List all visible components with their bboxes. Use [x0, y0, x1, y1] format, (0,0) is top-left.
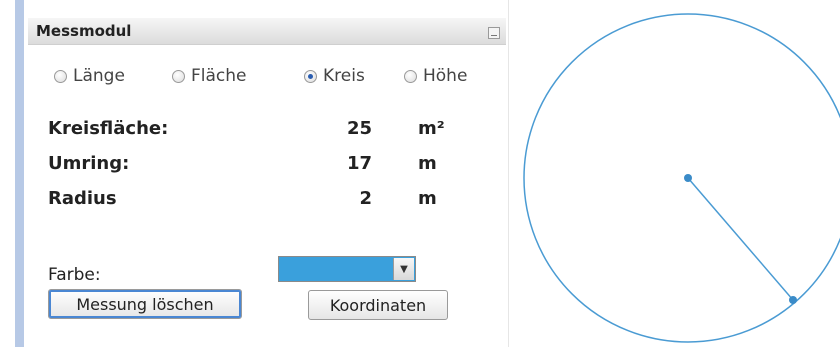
area-unit: m²	[418, 118, 445, 139]
radio-icon[interactable]	[54, 69, 67, 83]
radius-label: Radius	[48, 188, 117, 209]
radius-unit: m	[418, 188, 437, 209]
collapse-icon[interactable]	[488, 27, 500, 39]
radio-selected-icon[interactable]	[304, 69, 317, 83]
radio-laenge[interactable]: Länge	[54, 62, 125, 90]
radio-flaeche[interactable]: Fläche	[172, 62, 247, 90]
coordinates-button[interactable]: Koordinaten	[308, 290, 448, 320]
area-value: 25	[346, 118, 372, 139]
center-point[interactable]	[684, 174, 692, 182]
left-edge-strip	[15, 0, 24, 347]
radio-hoehe[interactable]: Höhe	[404, 62, 467, 90]
area-label: Kreisfläche:	[48, 118, 169, 139]
radius-line	[687, 177, 794, 301]
delete-measurement-button[interactable]: Messung löschen	[48, 289, 242, 319]
perimeter-unit: m	[418, 153, 437, 174]
panel-title: Messmodul	[36, 22, 132, 40]
radio-icon[interactable]	[404, 69, 417, 83]
radio-label-hoehe: Höhe	[423, 66, 468, 86]
radio-label-laenge: Länge	[73, 66, 125, 86]
map-canvas[interactable]	[510, 0, 840, 347]
color-label: Farbe:	[48, 265, 101, 285]
radio-icon[interactable]	[172, 69, 185, 83]
color-select[interactable]: ▼	[278, 256, 416, 282]
measure-panel: Messmodul Länge Fläche Kreis Höhe Kreisf…	[28, 18, 506, 347]
radio-label-flaeche: Fläche	[191, 66, 247, 86]
radius-handle[interactable]	[789, 296, 797, 304]
radius-value: 2	[359, 188, 372, 209]
radio-label-kreis: Kreis	[323, 66, 365, 86]
circle-drawing	[523, 13, 840, 343]
perimeter-value: 17	[346, 153, 372, 174]
mode-radio-group: Länge Fläche Kreis Höhe	[54, 62, 504, 90]
measurement-circle	[523, 13, 840, 343]
panel-header: Messmodul	[28, 18, 506, 45]
radio-kreis[interactable]: Kreis	[304, 62, 365, 90]
perimeter-label: Umring:	[48, 153, 130, 174]
chevron-down-icon[interactable]: ▼	[393, 258, 414, 280]
panel-divider	[508, 0, 509, 347]
